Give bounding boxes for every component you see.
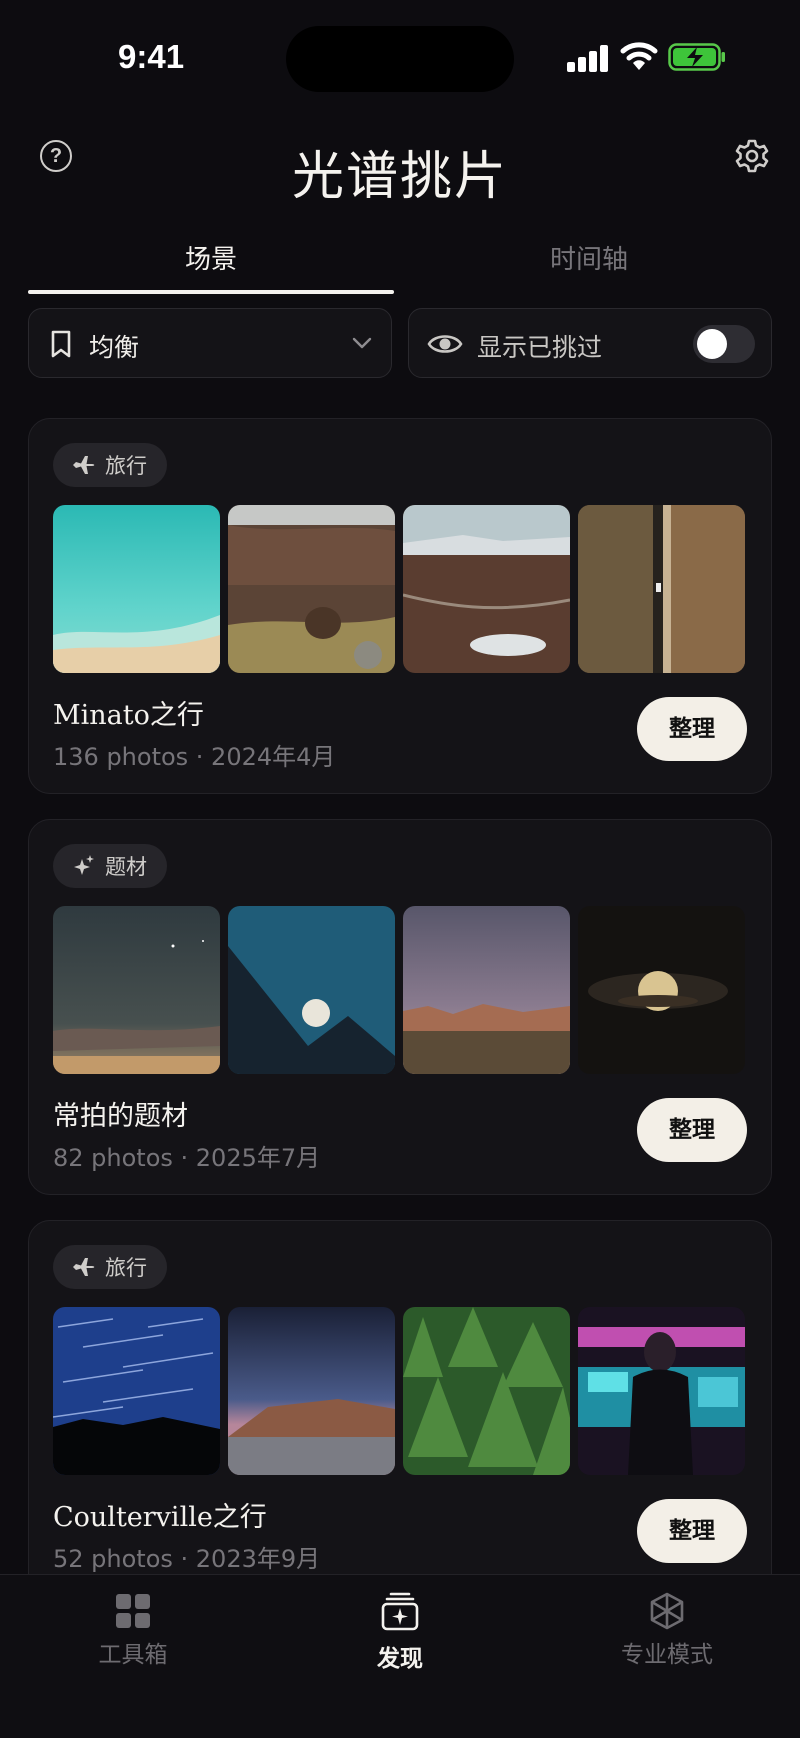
page-title: 光谱挑片: [291, 147, 508, 207]
photo-thumbnail[interactable]: [53, 906, 220, 1074]
scene-meta: 52 photos · 2023年9月: [53, 1545, 321, 1573]
scene-tag-label: 旅行: [105, 454, 147, 478]
bottom-tab-bar: 工具箱 发现 专业模式: [0, 1574, 800, 1738]
scene-meta: 136 photos · 2024年4月: [53, 743, 336, 771]
scene-tag: 题材: [53, 844, 167, 888]
chevron-down-icon: [352, 337, 372, 349]
bookmark-icon: [51, 330, 71, 358]
scene-title: Coulterville之行: [53, 1502, 267, 1533]
scene-card[interactable]: 旅行: [28, 418, 772, 794]
scene-card[interactable]: 旅行: [28, 1220, 772, 1596]
grid-icon: [116, 1594, 150, 1628]
scene-title: Minato之行: [53, 700, 204, 731]
view-tabs: 场景 时间轴: [28, 240, 772, 296]
show-picked-label: 显示已挑过: [477, 333, 603, 362]
scene-card[interactable]: 题材 常拍的题材 82 photos · 2025年7月 整理: [28, 819, 772, 1195]
filter-row: 均衡 显示已挑过: [28, 308, 772, 378]
scene-tag: 旅行: [53, 443, 167, 487]
mode-dropdown[interactable]: 均衡: [28, 308, 392, 378]
tab-bar-item-discover[interactable]: 发现: [267, 1575, 533, 1695]
photo-thumbnail[interactable]: [578, 1307, 745, 1475]
scene-tag: 旅行: [53, 1245, 167, 1289]
tab-scene[interactable]: 场景: [28, 240, 394, 296]
airplane-icon: [73, 456, 95, 474]
photo-thumbnail[interactable]: [53, 1307, 220, 1475]
thumbnail-row: [53, 505, 745, 673]
discover-icon: [381, 1592, 419, 1631]
tab-bar-label: 专业模式: [621, 1642, 713, 1668]
toggle-knob: [697, 329, 727, 359]
organize-button[interactable]: 整理: [637, 697, 747, 761]
cube-icon: [650, 1592, 684, 1630]
show-picked-toggle[interactable]: [693, 325, 755, 363]
header: ? 光谱挑片: [0, 120, 800, 220]
scene-title: 常拍的题材: [53, 1101, 188, 1132]
battery-charging-icon: [668, 43, 725, 71]
photo-thumbnail[interactable]: [228, 906, 395, 1074]
scene-tag-label: 题材: [105, 855, 147, 879]
photo-thumbnail[interactable]: [403, 505, 570, 673]
cellular-signal-icon: [567, 44, 609, 72]
tab-bar-label: 发现: [377, 1646, 423, 1672]
tab-scene-label: 场景: [184, 245, 237, 275]
photo-thumbnail[interactable]: [578, 505, 745, 673]
photo-thumbnail[interactable]: [578, 906, 745, 1074]
thumbnail-row: [53, 906, 745, 1074]
photo-thumbnail[interactable]: [53, 505, 220, 673]
scene-tag-label: 旅行: [105, 1256, 147, 1280]
tab-timeline-label: 时间轴: [549, 245, 628, 275]
sparkle-icon: [74, 855, 94, 875]
organize-button[interactable]: 整理: [637, 1499, 747, 1563]
status-bar: 9:41: [0, 0, 800, 110]
thumbnail-row: [53, 1307, 745, 1475]
airplane-icon: [73, 1258, 95, 1276]
photo-thumbnail[interactable]: [228, 1307, 395, 1475]
photo-thumbnail[interactable]: [228, 505, 395, 673]
tab-timeline[interactable]: 时间轴: [406, 240, 772, 296]
mode-dropdown-value: 均衡: [89, 333, 140, 362]
tab-active-indicator: [28, 290, 394, 294]
dynamic-island: [286, 26, 514, 92]
show-picked-filter: 显示已挑过: [408, 308, 772, 378]
tab-bar-label: 工具箱: [98, 1642, 168, 1668]
scene-meta: 82 photos · 2025年7月: [53, 1144, 321, 1172]
eye-icon: [427, 335, 463, 353]
photo-thumbnail[interactable]: [403, 906, 570, 1074]
tab-bar-item-tools[interactable]: 工具箱: [0, 1575, 266, 1695]
tab-bar-item-pro-mode[interactable]: 专业模式: [534, 1575, 800, 1695]
photo-thumbnail[interactable]: [403, 1307, 570, 1475]
gear-icon[interactable]: [734, 138, 770, 174]
organize-button[interactable]: 整理: [637, 1098, 747, 1162]
status-time: 9:41: [118, 38, 185, 75]
wifi-icon: [620, 42, 658, 70]
